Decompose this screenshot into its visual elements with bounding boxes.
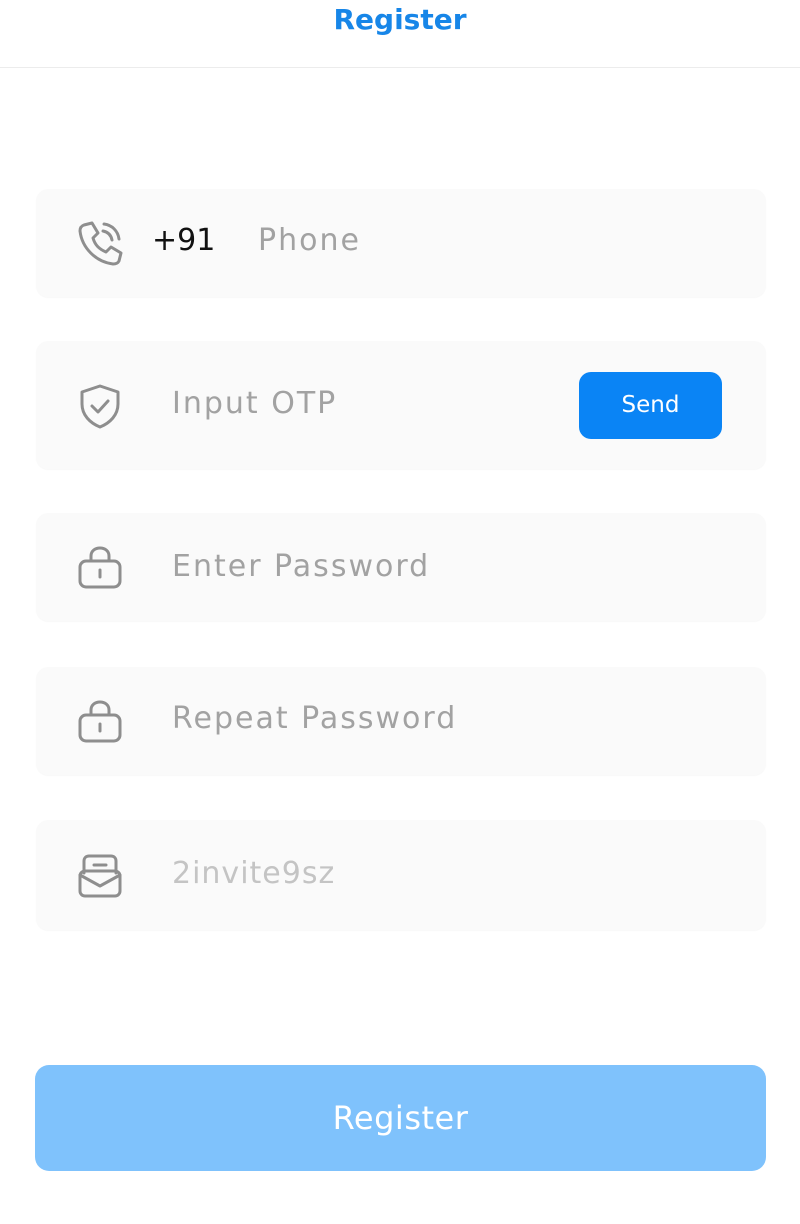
otp-input[interactable]: Input OTP bbox=[172, 386, 337, 421]
header-bar: Register bbox=[0, 0, 800, 68]
register-button[interactable]: Register bbox=[35, 1065, 766, 1171]
repeat-password-field[interactable]: Repeat Password bbox=[36, 667, 766, 775]
password-field[interactable]: Enter Password bbox=[36, 513, 766, 621]
country-code-prefix[interactable]: +91 bbox=[152, 223, 215, 258]
invite-code-field[interactable]: 2invite9sz bbox=[36, 820, 766, 930]
phone-field[interactable]: +91 Phone bbox=[36, 189, 766, 297]
phone-input[interactable]: Phone bbox=[258, 223, 361, 258]
lock-icon bbox=[76, 697, 124, 745]
page-title: Register bbox=[333, 3, 467, 36]
phone-icon bbox=[76, 219, 124, 267]
send-otp-button[interactable]: Send bbox=[579, 372, 722, 439]
lock-icon bbox=[76, 543, 124, 591]
invite-code-input[interactable]: 2invite9sz bbox=[172, 856, 335, 891]
otp-field[interactable]: Input OTP Send bbox=[36, 341, 766, 469]
password-input[interactable]: Enter Password bbox=[172, 549, 430, 584]
envelope-icon bbox=[76, 851, 124, 899]
repeat-password-input[interactable]: Repeat Password bbox=[172, 701, 457, 736]
shield-check-icon bbox=[76, 382, 124, 430]
